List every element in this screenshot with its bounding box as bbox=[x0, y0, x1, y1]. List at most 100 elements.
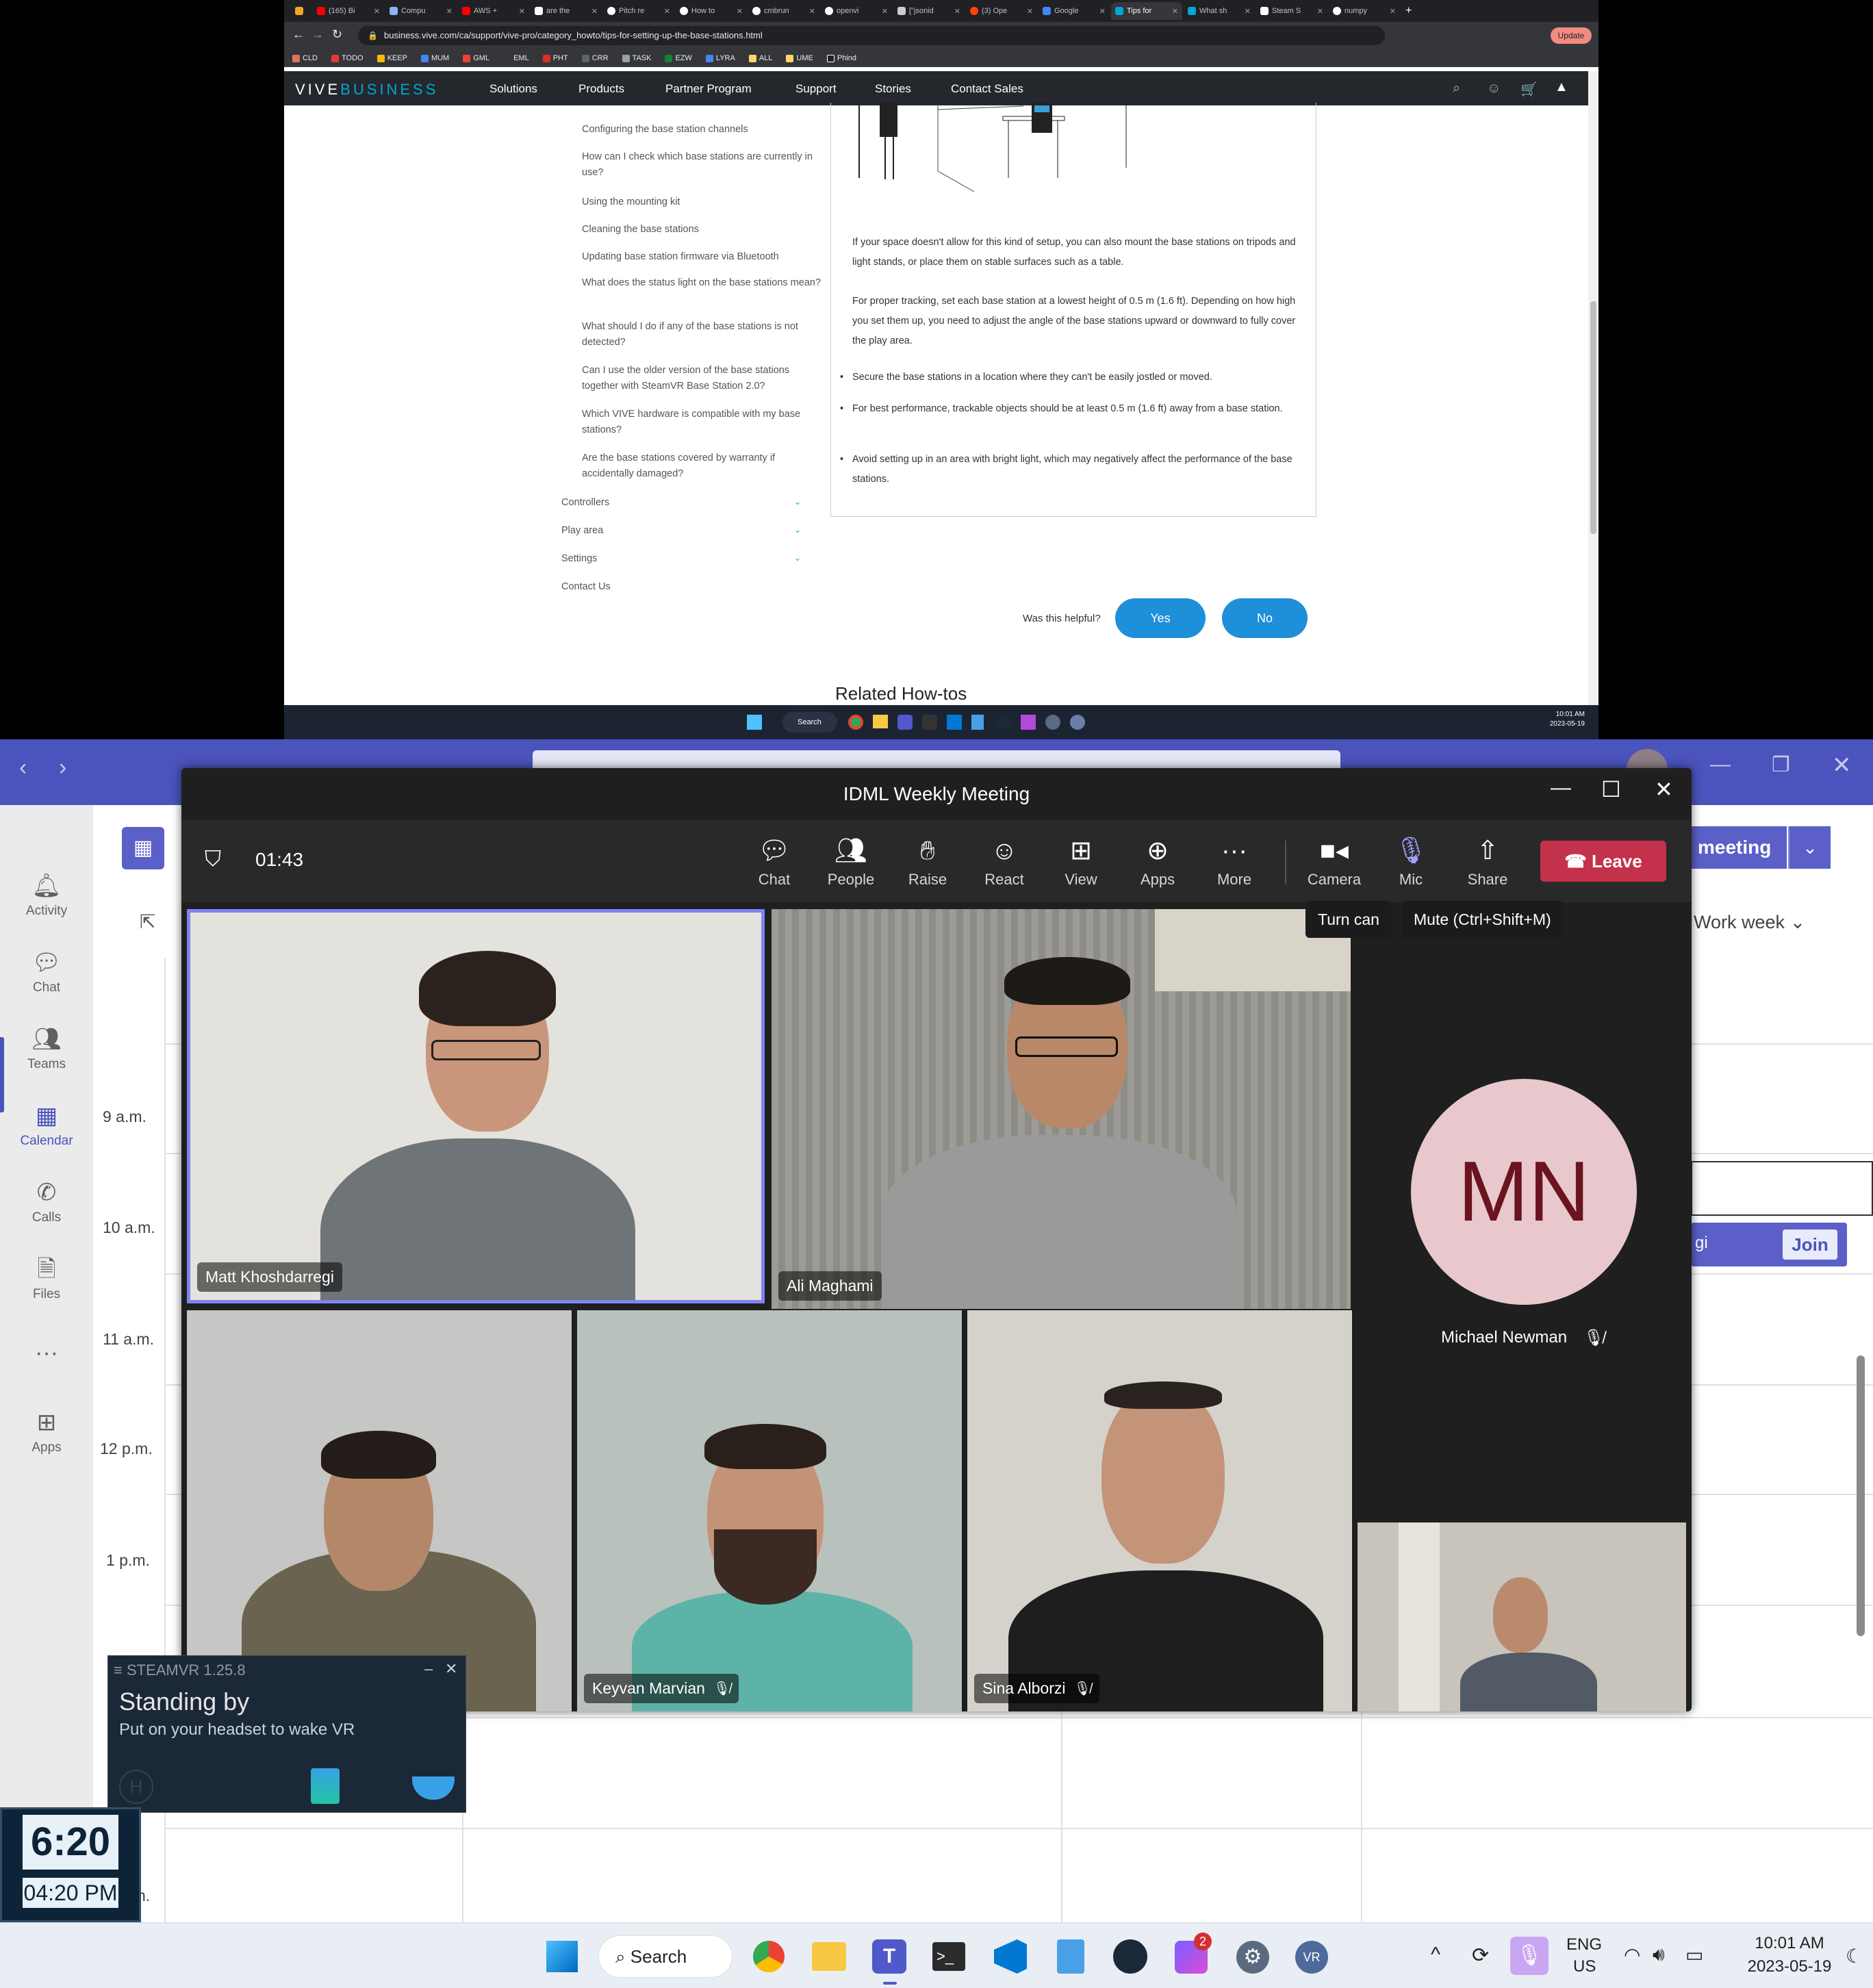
update-button[interactable]: Update bbox=[1551, 27, 1592, 44]
calendar-slot-selected[interactable] bbox=[1691, 1161, 1873, 1216]
avatar-tile-michael[interactable]: MN Michael Newman 🎙︎̸ bbox=[1358, 909, 1692, 1522]
browser-tab[interactable]: ["jsonid ✕ bbox=[893, 2, 965, 20]
rail-calls[interactable]: ✆ Calls bbox=[0, 1179, 93, 1225]
chrome-icon[interactable] bbox=[753, 1941, 785, 1972]
cart-icon[interactable]: 🛒 bbox=[1520, 81, 1538, 98]
bookmark[interactable]: UME bbox=[786, 54, 813, 62]
notepad-icon[interactable] bbox=[971, 715, 984, 730]
close-icon[interactable]: ✕ bbox=[519, 7, 525, 16]
browser-tab[interactable]: Steam S ✕ bbox=[1256, 2, 1327, 20]
browser-tab[interactable]: AWS + ✕ bbox=[458, 2, 529, 20]
browser-tab[interactable]: Google ✕ bbox=[1039, 2, 1110, 20]
camera-button[interactable]: ■◂ Camera bbox=[1300, 835, 1368, 889]
browser-tab-active[interactable]: Tips for ✕ bbox=[1111, 2, 1182, 20]
close-icon[interactable]: ✕ bbox=[664, 7, 670, 16]
browser-tab[interactable]: Pitch re ✕ bbox=[603, 2, 674, 20]
steam-icon[interactable] bbox=[1113, 1939, 1147, 1974]
teams-icon[interactable] bbox=[897, 715, 913, 730]
sync-icon[interactable]: ⟳ bbox=[1472, 1944, 1489, 1967]
rail-chat[interactable]: 💬︎ Chat bbox=[0, 949, 93, 995]
category-settings[interactable]: Settings ⌄ bbox=[561, 553, 801, 564]
video-tile-sina[interactable]: Sina Alborzi 🎙︎̸ bbox=[967, 1310, 1352, 1711]
close-icon[interactable]: ✕ bbox=[1832, 752, 1852, 779]
browser-tab[interactable]: (165) Bi ✕ bbox=[313, 2, 384, 20]
bookmark[interactable]: EZW bbox=[665, 54, 692, 62]
browser-tab[interactable]: Compu ✕ bbox=[385, 2, 457, 20]
apps-button[interactable]: ⊕ Apps bbox=[1123, 835, 1192, 889]
settings-icon[interactable] bbox=[1045, 715, 1060, 730]
close-icon[interactable]: ✕ bbox=[1027, 7, 1033, 16]
work-week-selector[interactable]: Work week ⌄ bbox=[1694, 912, 1805, 933]
bookmark[interactable]: TASK bbox=[622, 54, 651, 62]
nav-solutions[interactable]: Solutions bbox=[489, 82, 537, 96]
nav-stories[interactable]: Stories bbox=[875, 82, 911, 96]
rail-activity[interactable]: 🔔︎ Activity bbox=[0, 872, 93, 919]
new-meeting-button[interactable]: meeting bbox=[1691, 826, 1787, 869]
search-icon[interactable]: ⌕ bbox=[1453, 81, 1460, 97]
mic-button[interactable]: 🎙︎ Mic bbox=[1377, 835, 1445, 889]
url-input[interactable]: business.vive.com/ca/support/vive-pro/ca… bbox=[358, 26, 1385, 45]
no-button[interactable]: No bbox=[1222, 598, 1308, 638]
forward-icon[interactable]: › bbox=[59, 754, 66, 781]
forward-icon[interactable]: → bbox=[311, 27, 324, 42]
close-icon[interactable]: ✕ bbox=[809, 7, 815, 16]
calendar-icon[interactable]: ▦ bbox=[122, 827, 164, 869]
folder-icon[interactable] bbox=[873, 715, 888, 728]
settings-icon[interactable]: ⚙ bbox=[1236, 1941, 1269, 1974]
calendar-event[interactable]: gi Join bbox=[1691, 1223, 1847, 1266]
battery-icon[interactable]: ▭ bbox=[1685, 1944, 1703, 1966]
self-view-tile[interactable] bbox=[1358, 1522, 1686, 1711]
sidebar-link[interactable]: Are the base stations covered by warrant… bbox=[582, 450, 821, 482]
close-icon[interactable]: ✕ bbox=[374, 7, 380, 16]
bookmark[interactable]: PHT bbox=[542, 54, 568, 62]
close-icon[interactable]: ✕ bbox=[445, 1660, 457, 1678]
category-play-area[interactable]: Play area ⌄ bbox=[561, 525, 801, 536]
leave-button[interactable]: ☎ Leave bbox=[1540, 841, 1666, 882]
rail-apps[interactable]: ⊞ Apps bbox=[0, 1409, 93, 1455]
close-icon[interactable]: ✕ bbox=[591, 7, 598, 16]
file-explorer-icon[interactable] bbox=[812, 1942, 846, 1971]
windows-start-icon[interactable] bbox=[747, 715, 762, 730]
sidebar-link[interactable]: Cleaning the base stations bbox=[582, 222, 821, 238]
language-code[interactable]: ENG bbox=[1566, 1935, 1602, 1954]
restore-icon[interactable]: ❐ bbox=[1772, 753, 1790, 777]
focus-moon-icon[interactable]: ☾ bbox=[1846, 1945, 1863, 1967]
close-icon[interactable]: ✕ bbox=[1390, 7, 1396, 16]
terminal-icon[interactable] bbox=[922, 715, 937, 730]
bookmark[interactable]: CRR bbox=[581, 54, 609, 62]
sidebar-link[interactable]: What should I do if any of the base stat… bbox=[582, 319, 821, 351]
bookmark[interactable]: ALL bbox=[748, 54, 772, 62]
wifi-icon[interactable]: ◠ bbox=[1624, 1944, 1640, 1966]
rail-teams[interactable]: 👥︎ Teams bbox=[0, 1025, 93, 1072]
terminal-icon[interactable]: >_ bbox=[932, 1942, 965, 1971]
taskbar-search[interactable]: ⌕ Search bbox=[598, 1935, 732, 1978]
minimize-icon[interactable]: — bbox=[1551, 776, 1571, 800]
back-icon[interactable]: ‹ bbox=[19, 754, 27, 781]
bookmark[interactable]: TODO bbox=[331, 54, 364, 62]
taskbar-date[interactable]: 2023-05-19 bbox=[1735, 1957, 1844, 1976]
rail-files[interactable]: 🗎 Files bbox=[0, 1256, 93, 1302]
bookmark[interactable]: KEEP bbox=[377, 54, 407, 62]
sidebar-link[interactable]: Configuring the base station channels bbox=[582, 122, 821, 138]
video-tile-matt[interactable]: Matt Khoshdarregi bbox=[187, 909, 765, 1303]
chevron-down-icon[interactable]: ⌄ bbox=[1788, 826, 1831, 869]
vscode-icon[interactable] bbox=[947, 715, 962, 730]
close-icon[interactable]: ✕ bbox=[954, 7, 960, 16]
view-button[interactable]: ⊞ View bbox=[1047, 835, 1115, 889]
nav-contact-sales[interactable]: Contact Sales bbox=[951, 82, 1023, 96]
category-controllers[interactable]: Controllers ⌄ bbox=[561, 497, 801, 508]
close-icon[interactable]: ✕ bbox=[1172, 7, 1178, 16]
browser-tab[interactable]: How to ✕ bbox=[676, 2, 747, 20]
close-icon[interactable]: ✕ bbox=[1655, 776, 1673, 802]
join-button[interactable]: Join bbox=[1783, 1229, 1837, 1260]
app-icon[interactable] bbox=[1021, 715, 1036, 730]
nav-partner-program[interactable]: Partner Program bbox=[665, 82, 752, 96]
chevron-up-icon[interactable]: ^ bbox=[1431, 1944, 1440, 1967]
user-icon[interactable]: ☺ bbox=[1487, 81, 1501, 97]
browser-tab[interactable] bbox=[291, 2, 311, 20]
react-button[interactable]: ☺ React bbox=[970, 835, 1039, 889]
steamvr-icon[interactable] bbox=[1070, 715, 1085, 730]
bookmark[interactable]: LYRA bbox=[705, 54, 735, 62]
back-icon[interactable]: ← bbox=[292, 27, 305, 42]
chrome-icon[interactable] bbox=[848, 715, 863, 730]
